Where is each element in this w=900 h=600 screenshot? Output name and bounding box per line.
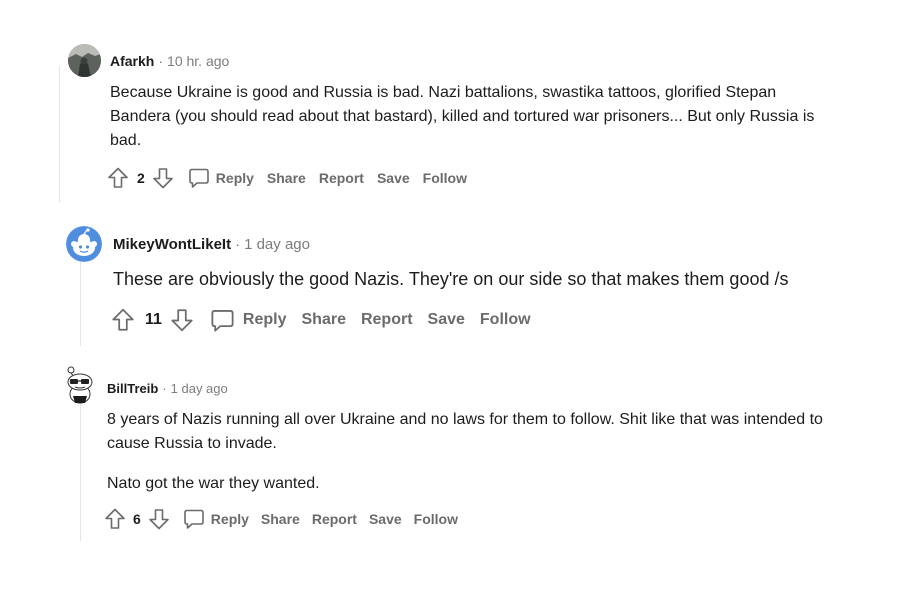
comment-body: These are obviously the good Nazis. They…	[113, 266, 873, 292]
meta-separator: ·	[235, 236, 241, 253]
vote-count: 6	[133, 511, 141, 527]
share-button[interactable]: Share	[261, 511, 300, 527]
meta-separator: ·	[158, 53, 164, 69]
timestamp[interactable]: 1 day ago	[244, 236, 310, 253]
report-button[interactable]: Report	[319, 170, 364, 186]
comment-actions: 11 Reply Share Report Save Follow	[110, 305, 531, 335]
thread-line[interactable]	[59, 66, 60, 203]
arrow-up-outline-icon	[105, 508, 125, 529]
downvote-button[interactable]	[169, 307, 195, 333]
reply-button[interactable]: Reply	[187, 166, 254, 190]
arrow-down-outline-icon	[152, 168, 173, 189]
timestamp[interactable]: 1 day ago	[171, 381, 228, 396]
vote-count: 11	[145, 311, 162, 328]
speech-bubble-icon	[188, 168, 209, 188]
avatar[interactable]	[68, 44, 101, 77]
comment-body: 8 years of Nazis running all over Ukrain…	[107, 408, 847, 496]
avatar[interactable]	[62, 364, 98, 404]
share-button[interactable]: Share	[302, 311, 346, 329]
comment-paragraph: These are obviously the good Nazis. They…	[113, 269, 789, 289]
reply-button[interactable]: Reply	[182, 507, 249, 531]
arrow-down-outline-icon	[148, 509, 169, 530]
save-button[interactable]: Save	[369, 511, 402, 527]
upvote-button[interactable]	[110, 307, 136, 333]
comment-thread: Afarkh · 10 hr. ago Because Ukraine is g…	[0, 0, 900, 600]
downvote-button[interactable]	[147, 507, 171, 531]
comment-paragraph: Because Ukraine is good and Russia is ba…	[110, 84, 815, 149]
arrow-up-outline-icon	[112, 308, 134, 331]
comment-actions: 6 Reply Share Report Save Follow	[103, 506, 458, 532]
comment-paragraph: 8 years of Nazis running all over Ukrain…	[107, 411, 823, 452]
timestamp[interactable]: 10 hr. ago	[167, 53, 229, 69]
vote-count: 2	[137, 170, 145, 186]
reply-label: Reply	[215, 170, 254, 186]
report-button[interactable]: Report	[312, 511, 357, 527]
arrow-down-outline-icon	[171, 309, 193, 332]
meta-separator: ·	[162, 381, 167, 396]
username[interactable]: BillTreib	[107, 381, 158, 396]
reply-label: Reply	[242, 311, 287, 328]
comment-meta: MikeyWontLikeIt · 1 day ago	[113, 236, 310, 253]
follow-button[interactable]: Follow	[480, 311, 531, 329]
comment-meta: Afarkh · 10 hr. ago	[110, 53, 229, 69]
username[interactable]: MikeyWontLikeIt	[113, 236, 231, 253]
avatar[interactable]	[66, 226, 102, 262]
comment-actions: 2 Reply Share Report Save Follow	[106, 164, 467, 192]
thread-line[interactable]	[80, 262, 81, 346]
speech-bubble-icon	[183, 509, 204, 529]
follow-button[interactable]: Follow	[414, 511, 458, 527]
comment-paragraph: Nato got the war they wanted.	[107, 475, 320, 492]
reply-button[interactable]: Reply	[209, 307, 287, 334]
upvote-button[interactable]	[106, 166, 130, 190]
username[interactable]: Afarkh	[110, 53, 154, 69]
report-button[interactable]: Report	[361, 311, 413, 329]
save-button[interactable]: Save	[377, 170, 410, 186]
speech-bubble-icon	[211, 309, 234, 332]
downvote-button[interactable]	[151, 166, 175, 190]
reply-label: Reply	[210, 511, 249, 527]
arrow-up-outline-icon	[108, 167, 128, 188]
save-button[interactable]: Save	[428, 311, 465, 329]
comment-meta: BillTreib · 1 day ago	[107, 381, 228, 396]
comment-body: Because Ukraine is good and Russia is ba…	[110, 81, 830, 153]
share-button[interactable]: Share	[267, 170, 306, 186]
thread-line[interactable]	[80, 404, 81, 541]
follow-button[interactable]: Follow	[423, 170, 467, 186]
upvote-button[interactable]	[103, 507, 127, 531]
